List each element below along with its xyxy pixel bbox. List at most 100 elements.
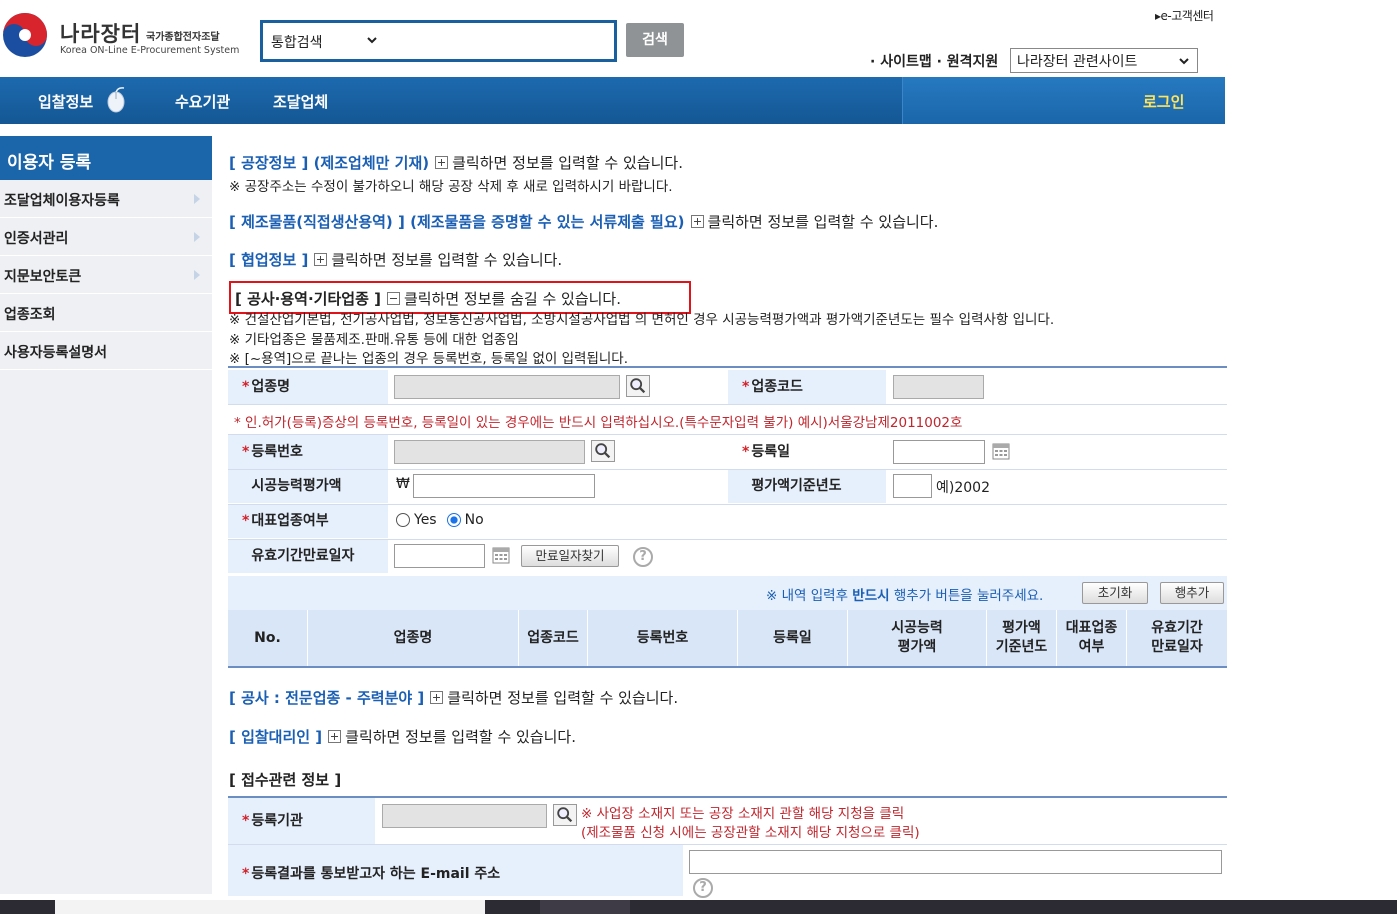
chevron-right-icon	[194, 270, 200, 280]
industry-code-label: * 업종코드	[728, 370, 886, 404]
sidebar-item-industry-search[interactable]: 업종조회	[0, 294, 212, 332]
sidebar-item-fingerprint-token[interactable]: 지문보안토큰	[0, 256, 212, 294]
search-scope-select[interactable]: 통합검색	[271, 32, 323, 52]
nav-item-supplier[interactable]: 조달업체	[273, 91, 328, 112]
nav-item-bid-info[interactable]: 입찰정보	[38, 91, 93, 112]
sidebar-title: 이용자 등록	[0, 136, 212, 180]
expand-icon[interactable]	[314, 253, 328, 266]
eval-year-input[interactable]	[893, 474, 932, 498]
agency-note: ※ 사업장 소재지 또는 공장 소재지 관할 해당 지청을 클릭	[581, 806, 905, 822]
logo-emblem-icon[interactable]	[2, 12, 48, 58]
sidebar-item-supplier-register[interactable]: 조달업체이용자등록	[0, 180, 212, 218]
eval-year-label: *평가액기준년도	[728, 469, 886, 503]
nav-item-demand-agency[interactable]: 수요기관	[175, 91, 230, 112]
specialty-hint: 클릭하면 정보를 입력할 수 있습니다.	[447, 689, 679, 707]
calendar-icon[interactable]	[492, 546, 510, 564]
products-section: [ 제조물품(직접생산용역) ] (제조물품을 증명할 수 있는 서류제출 필요…	[229, 211, 938, 232]
col-reg-number: 등록번호	[588, 610, 738, 666]
sitemap-remote-links[interactable]: · 사이트맵 · 원격지원	[870, 51, 998, 71]
related-sites-select[interactable]: 나라장터 관련사이트	[1010, 48, 1198, 73]
chevron-down-icon	[1179, 58, 1189, 65]
taskbar	[0, 900, 1397, 914]
industry-table-header: No. 업종명 업종코드 등록번호 등록일 시공능력 평가액 평가액 기준년도 …	[228, 610, 1227, 668]
sidebar-item-label: 업종조회	[4, 307, 56, 323]
factory-section: [ 공장정보 ] (제조업체만 기재) 클릭하면 정보를 입력할 수 있습니다.	[229, 152, 683, 173]
eval-year-example: 예)2002	[936, 480, 990, 496]
search-icon[interactable]	[553, 804, 577, 826]
login-link[interactable]: 로그인	[1143, 91, 1184, 112]
reset-button[interactable]: 초기화	[1082, 582, 1148, 604]
sidebar-item-certificate[interactable]: 인증서관리	[0, 218, 212, 256]
currency-label: ₩	[396, 476, 410, 492]
reg-date-input[interactable]	[893, 440, 985, 464]
search-icon[interactable]	[626, 375, 650, 397]
industry-note: ※ 건설산업기본법, 전기공사업법, 정보통신공사업법, 소방시설공사업법 의 …	[229, 312, 1055, 328]
agent-hint: 클릭하면 정보를 입력할 수 있습니다.	[345, 728, 576, 746]
col-industry-name: 업종명	[308, 610, 519, 666]
yes-label: Yes	[414, 512, 437, 528]
agency-input[interactable]	[382, 804, 547, 828]
no-radio[interactable]	[446, 513, 461, 527]
chevron-down-icon	[367, 37, 377, 44]
sidebar-item-guide[interactable]: 사용자등록설명서	[0, 332, 212, 370]
expand-icon[interactable]	[328, 730, 342, 743]
industry-name-label: * 업종명	[228, 370, 388, 404]
collapse-icon[interactable]	[386, 292, 400, 305]
col-expiry: 유효기간 만료일자	[1151, 620, 1203, 655]
capacity-amount-label: *시공능력평가액	[228, 469, 388, 503]
col-eval-year: 평가액 기준년도	[987, 610, 1057, 666]
yes-radio[interactable]	[396, 513, 410, 527]
col-main-industry: 대표업종 여부	[1057, 610, 1127, 666]
industry-note: ※ 기타업종은 물품제조.판매.유통 등에 대한 업종임	[229, 332, 519, 348]
email-input[interactable]	[689, 850, 1222, 874]
chevron-right-icon	[194, 194, 200, 204]
help-icon[interactable]: ?	[633, 547, 653, 567]
logo-title[interactable]: 나라장터	[60, 18, 141, 48]
agency-note: (제조물품 신청 시에는 공장관할 소재지 해당 지청으로 클릭)	[581, 825, 920, 841]
license-note: * 인.허가(등록)증상의 등록번호, 등록일이 있는 경우에는 반드시 입력하…	[234, 415, 963, 431]
search-button[interactable]: 검색	[626, 23, 684, 57]
customer-center-label: e-고객센터	[1160, 9, 1214, 23]
taskbar-search[interactable]	[55, 900, 485, 914]
products-hint: 클릭하면 정보를 입력할 수 있습니다.	[707, 213, 939, 231]
related-sites-label: 나라장터 관련사이트	[1017, 54, 1138, 70]
industry-section-title[interactable]: [ 공사·용역·기타업종 ]	[235, 290, 381, 308]
reg-number-input[interactable]	[394, 440, 585, 464]
expand-icon[interactable]	[430, 691, 444, 704]
add-row-button[interactable]: 행추가	[1160, 582, 1224, 604]
no-label: No	[464, 512, 484, 528]
agency-label: * 등록기관	[228, 798, 375, 844]
col-reg-date: 등록일	[738, 610, 848, 666]
reg-number-label: * 등록번호	[228, 435, 388, 469]
customer-center-link[interactable]: ▸e-고객센터	[1155, 7, 1214, 24]
products-section-title[interactable]: [ 제조물품(직접생산용역) ] (제조물품을 증명할 수 있는 서류제출 필요…	[229, 213, 685, 231]
find-expiry-button[interactable]: 만료일자찾기	[521, 545, 619, 567]
agent-section-title[interactable]: [ 입찰대리인 ]	[229, 728, 322, 746]
search-box[interactable]: 통합검색	[260, 20, 617, 62]
calendar-icon[interactable]	[992, 442, 1010, 460]
industry-code-input[interactable]	[893, 375, 984, 399]
coop-hint: 클릭하면 정보를 입력할 수 있습니다.	[331, 251, 563, 269]
reception-form: * 등록기관 ※ 사업장 소재지 또는 공장 소재지 관할 해당 지청을 클릭 (…	[228, 796, 1227, 898]
mouse-icon	[107, 87, 125, 113]
add-row-bar: ※ 내역 입력후 반드시 행추가 버튼을 눌러주세요. 초기화 행추가	[228, 576, 1227, 610]
sidebar-item-label: 지문보안토큰	[4, 269, 82, 285]
expiry-input[interactable]	[394, 544, 485, 568]
expand-icon[interactable]	[435, 156, 449, 169]
col-no: No.	[228, 610, 308, 666]
col-industry-code: 업종코드	[519, 610, 588, 666]
capacity-amount-input[interactable]	[413, 474, 595, 498]
factory-section-title[interactable]: [ 공장정보 ] (제조업체만 기재)	[229, 154, 429, 172]
specialty-section-title[interactable]: [ 공사 : 전문업종 - 주력분야 ]	[229, 689, 424, 707]
sidebar-item-label: 사용자등록설명서	[4, 345, 108, 361]
industry-section: [ 공사·용역·기타업종 ] 클릭하면 정보를 숨길 수 있습니다.	[235, 288, 621, 309]
industry-note: ※ [~용역]으로 끝나는 업종의 경우 등록번호, 등록일 없이 입력됩니다.	[229, 351, 628, 367]
coop-section-title[interactable]: [ 협업정보 ]	[229, 251, 308, 269]
industry-name-input[interactable]	[394, 375, 620, 399]
logo-english: Korea ON-Line E-Procurement System	[60, 45, 240, 56]
expand-icon[interactable]	[690, 215, 704, 228]
help-icon[interactable]: ?	[693, 878, 713, 898]
search-icon[interactable]	[591, 440, 615, 462]
col-capacity: 시공능력 평가액	[848, 610, 987, 666]
reg-date-label: * 등록일	[728, 435, 886, 469]
